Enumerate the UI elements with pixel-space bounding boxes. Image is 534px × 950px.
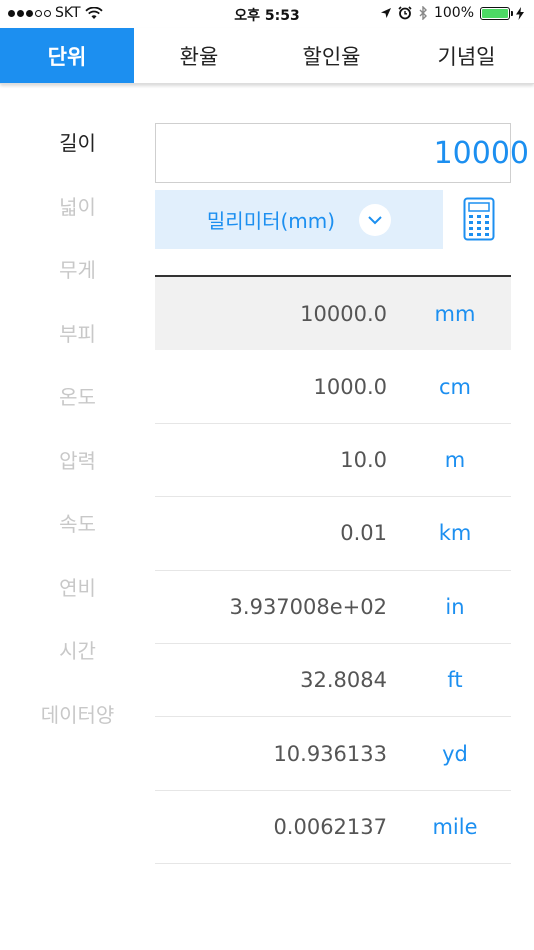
charging-bolt-icon [516,6,524,20]
category-list: 길이 넓이 무게 부피 온도 압력 속도 연비 시간 데이터양 [0,110,155,745]
result-unit: m [444,447,466,472]
result-row-yd[interactable]: 10.936133 yd [155,717,511,791]
calculator-icon[interactable] [463,197,495,241]
result-value: 32.8084 [300,668,387,693]
result-row-mm[interactable]: 10000.0 mm [155,277,511,351]
category-item-length[interactable]: 길이 [0,110,155,174]
tab-unit[interactable]: 단위 [0,28,134,83]
tab-label: 단위 [47,44,87,69]
value-input[interactable] [156,135,534,171]
category-item-pressure[interactable]: 압력 [0,428,155,492]
result-unit: mm [434,301,476,326]
category-item-weight[interactable]: 무게 [0,237,155,301]
alarm-clock-icon [398,6,412,20]
result-row-in[interactable]: 3.937008e+02 in [155,571,511,644]
result-unit: yd [442,741,468,766]
result-row-mile[interactable]: 0.0062137 mile [155,791,511,865]
result-unit: ft [447,668,463,693]
result-row-ft[interactable]: 32.8084 ft [155,644,511,718]
category-item-speed[interactable]: 속도 [0,491,155,555]
result-value: 10.936133 [273,741,387,766]
category-item-data-size[interactable]: 데이터양 [0,682,155,746]
result-value: 0.0062137 [273,814,387,839]
result-unit: cm [438,374,471,399]
category-item-fuel-economy[interactable]: 연비 [0,555,155,619]
result-unit: in [445,594,465,619]
battery-icon [480,6,513,20]
conversion-results: 10000.0 mm 1000.0 cm 10.0 m 0.01 km 3.93… [155,277,511,865]
unit-dropdown[interactable]: 밀리미터(mm) [155,190,443,249]
tab-exchange-rate[interactable]: 환율 [134,28,264,83]
category-item-volume[interactable]: 부피 [0,301,155,365]
tab-label: 할인율 [302,44,361,69]
value-input-box [155,123,534,183]
category-item-temperature[interactable]: 온도 [0,364,155,428]
result-unit: mile [432,814,478,839]
result-value: 10000.0 [300,301,387,326]
result-value: 3.937008e+02 [229,594,387,619]
chevron-down-icon [359,203,392,236]
result-value: 1000.0 [313,374,387,399]
tab-discount-rate[interactable]: 할인율 [264,28,399,83]
category-item-area[interactable]: 넓이 [0,174,155,238]
tab-label: 기념일 [437,44,496,69]
bluetooth-icon [419,6,427,20]
result-unit: km [438,521,472,546]
status-bar: SKT 오후 5:53 100% [0,0,534,28]
result-row-km[interactable]: 0.01 km [155,497,511,571]
selected-unit-label: 밀리미터(mm) [206,209,336,233]
status-right: 100% [380,5,524,21]
tab-label: 환율 [179,44,219,69]
location-arrow-icon [380,8,391,18]
tab-anniversary[interactable]: 기념일 [399,28,534,83]
result-row-cm[interactable]: 1000.0 cm [155,350,511,424]
result-value: 0.01 [340,521,387,546]
result-value: 10.0 [340,447,387,472]
category-item-time[interactable]: 시간 [0,618,155,682]
battery-percent: 100% [433,5,474,21]
top-tab-bar: 단위 환율 할인율 기념일 [0,28,534,84]
result-row-m[interactable]: 10.0 m [155,424,511,498]
